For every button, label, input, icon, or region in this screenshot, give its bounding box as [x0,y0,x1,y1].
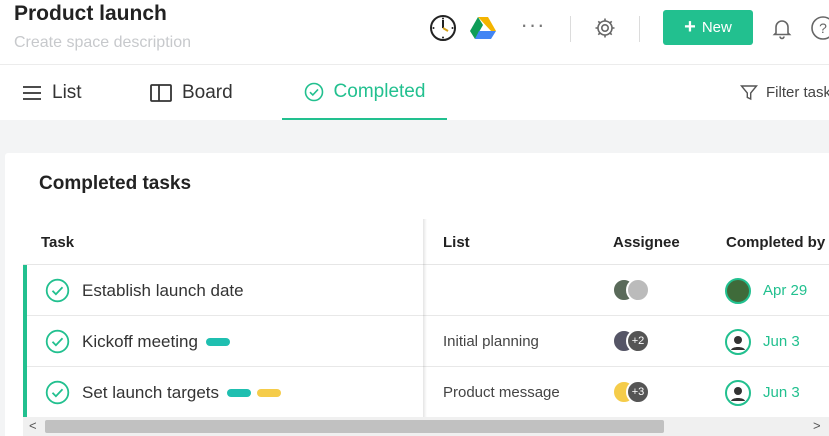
tab-board-label: Board [182,81,233,103]
completed-by-cell: Apr 29 [725,265,807,316]
scroll-right-arrow[interactable]: > [813,418,821,433]
list-icon [23,85,41,100]
completed-tasks-panel: Completed tasks Task List Assignee Compl… [5,153,829,436]
task-name-cell[interactable]: Kickoff meeting [82,316,230,367]
more-icon[interactable]: ··· [518,10,548,40]
assignee-avatars[interactable]: +3 [612,380,650,404]
column-header-task[interactable]: Task [41,219,74,265]
tab-list[interactable]: List [22,65,82,120]
scrollbar-thumb[interactable] [45,420,664,433]
column-header-list[interactable]: List [443,219,470,265]
task-name: Kickoff meeting [82,331,198,351]
new-button-label: New [701,19,732,36]
task-list-name[interactable]: Product message [443,367,560,418]
task-name: Set launch targets [82,382,220,402]
row-status-bar [23,316,27,367]
avatar [725,328,751,355]
row-status-bar [23,367,27,418]
column-header-assignee[interactable]: Assignee [613,219,680,265]
filter-icon [740,84,758,100]
avatar [626,278,650,302]
avatar [725,379,751,406]
plus-icon: + [684,15,696,38]
completed-by-cell: Jun 3 [725,367,800,418]
assignee-avatars[interactable]: +2 [612,329,650,353]
tab-board[interactable]: Board [150,65,233,120]
tab-completed[interactable]: Completed [282,65,447,120]
filter-label: Filter tasks [766,84,829,101]
space-description-input[interactable]: Create space description [14,34,191,52]
scroll-left-arrow[interactable]: < [29,418,37,433]
space-title[interactable]: Product launch [14,2,167,26]
tag-pill[interactable] [227,388,252,397]
panel-title: Completed tasks [39,173,192,194]
row-status-bar [23,265,27,316]
check-circle-icon[interactable] [45,329,70,354]
horizontal-scrollbar[interactable]: < > [23,417,829,436]
view-tabs: List Board Completed Filter tasks [0,64,829,120]
avatar [725,277,751,304]
google-drive-icon[interactable] [468,13,498,43]
task-list-name[interactable]: Initial planning [443,316,539,367]
filter-tasks-button[interactable]: Filter tasks [740,65,829,120]
clock-icon[interactable] [428,13,458,43]
assignee-extra-count: +3 [626,380,650,404]
check-circle-icon[interactable] [45,278,70,303]
check-circle-icon[interactable] [45,380,70,405]
sticky-column-shadow [423,219,427,417]
check-circle-icon [304,82,323,101]
tab-list-label: List [52,81,82,103]
help-icon[interactable]: ? [808,13,829,43]
tag-pill[interactable] [257,388,282,397]
completed-date: Jun 3 [763,333,800,350]
assignee-extra-count: +2 [626,329,650,353]
task-name[interactable]: Establish launch date [82,265,244,316]
space-header: Product launch Create space description … [0,0,829,64]
bell-icon[interactable] [767,13,797,43]
assignee-avatars[interactable] [612,278,650,302]
tag-pill[interactable] [205,337,230,346]
column-header-completed-by[interactable]: Completed by [726,219,825,265]
completed-by-cell: Jun 3 [725,316,800,367]
task-name-cell[interactable]: Set launch targets [82,367,282,418]
completed-date: Apr 29 [763,282,808,299]
header-divider [639,16,640,42]
new-button[interactable]: + New [663,10,753,45]
board-icon [150,83,172,102]
completed-date: Jun 3 [763,384,800,401]
tab-completed-label: Completed [333,80,426,102]
gear-icon[interactable] [590,13,620,43]
help-glyph: ? [819,20,827,36]
header-divider [570,16,571,42]
